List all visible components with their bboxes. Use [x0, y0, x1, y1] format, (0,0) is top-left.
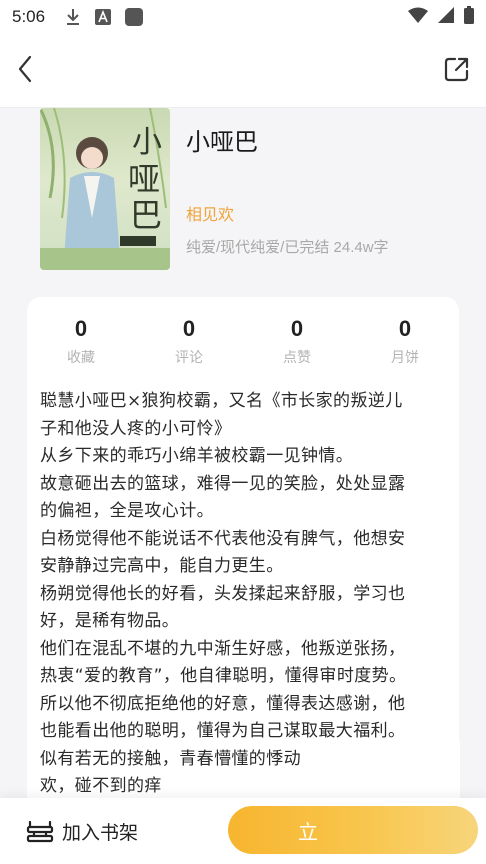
description-line: 故意砸出去的篮球，难得一见的笑脸，处处显露 [40, 473, 406, 494]
book-meta: 纯爱/现代纯爱/已完结 24.4w字 [186, 239, 389, 256]
chevron-left-icon [18, 55, 32, 83]
description-line: 也能看出他的聪明，懂得为自己谋取最大福利。 [40, 721, 406, 741]
stat-value: 0 [74, 316, 88, 341]
description-line: 子和他没人疼的小可怜》 [40, 418, 232, 439]
read-now-label: 立 [298, 821, 318, 844]
stat-comments[interactable]: 0 评论 [135, 315, 243, 367]
description-line: 他们在混乱不堪的九中渐生好感，他叛逆张扬， [40, 638, 406, 659]
stat-value: 0 [182, 316, 196, 341]
share-icon [444, 57, 469, 82]
description-line: 似有若无的接触，青春懵懂的悸动 [40, 748, 301, 769]
cover-title-char-2: 哑 [128, 160, 160, 198]
battery-icon [464, 6, 474, 28]
nav-bar [0, 34, 486, 108]
description-line: 的偏袒，全是攻心计。 [40, 501, 214, 521]
back-button[interactable] [10, 54, 40, 84]
description-line: 白杨觉得他不能说话不代表他没有脾气，他想安 [40, 528, 406, 549]
bookshelf-icon [26, 820, 54, 842]
stat-label: 收藏 [67, 349, 95, 365]
share-button[interactable] [442, 54, 472, 84]
description-line: 从乡下来的乖巧小绵羊被校霸一见钟情。 [40, 446, 354, 466]
stat-mooncakes[interactable]: 0 月饼 [351, 315, 459, 367]
description-line: 聪慧小哑巴×狼狗校霸，又名《市长家的叛逆儿 [40, 391, 403, 411]
book-description: 聪慧小哑巴×狼狗校霸，又名《市长家的叛逆儿 子和他没人疼的小可怜》 从乡下来的乖… [40, 388, 444, 808]
stat-label: 点赞 [283, 349, 311, 365]
description-line: 欢，碰不到的痒 [40, 776, 162, 796]
stat-label: 月饼 [391, 349, 419, 365]
app-square-icon [125, 8, 144, 26]
signal-icon [438, 7, 454, 27]
book-author[interactable]: 相见欢 [186, 201, 234, 225]
download-icon [65, 8, 81, 26]
description-line: 安静静过完高中，能自力更生。 [40, 556, 284, 576]
status-time: 5:06 [12, 7, 46, 26]
bottom-bar: 加入书架 立 [0, 798, 486, 864]
stat-likes[interactable]: 0 点赞 [243, 315, 351, 367]
status-bar: 5:06 [0, 0, 486, 34]
add-to-shelf-label: 加入书架 [62, 823, 139, 844]
stat-value: 0 [290, 316, 304, 341]
cover-title-char-3: 巴 [130, 196, 162, 234]
cover-title-char-1: 小 [132, 125, 162, 160]
wifi-icon [408, 7, 428, 27]
read-now-button[interactable]: 立 [228, 806, 478, 854]
description-line: 所以他不彻底拒绝他的好意，懂得表达感谢，他 [40, 693, 406, 714]
book-title: 小哑巴 [186, 129, 258, 156]
description-line: 杨朔觉得他长的好看，头发揉起来舒服，学习也 [40, 583, 406, 604]
description-line: 热衷“爱的教育”，他自律聪明，懂得审时度势。 [40, 666, 407, 686]
a-notification-icon [95, 9, 112, 25]
stats-row: 0 收藏 0 评论 0 点赞 0 月饼 [27, 315, 459, 367]
stat-label: 评论 [175, 349, 203, 365]
stat-favorites[interactable]: 0 收藏 [27, 315, 135, 367]
book-cover: 小 哑 巴 [40, 108, 170, 270]
add-to-shelf-button[interactable]: 加入书架 [26, 818, 138, 845]
description-line: 好，是稀有物品。 [40, 611, 180, 631]
stat-value: 0 [398, 316, 412, 341]
